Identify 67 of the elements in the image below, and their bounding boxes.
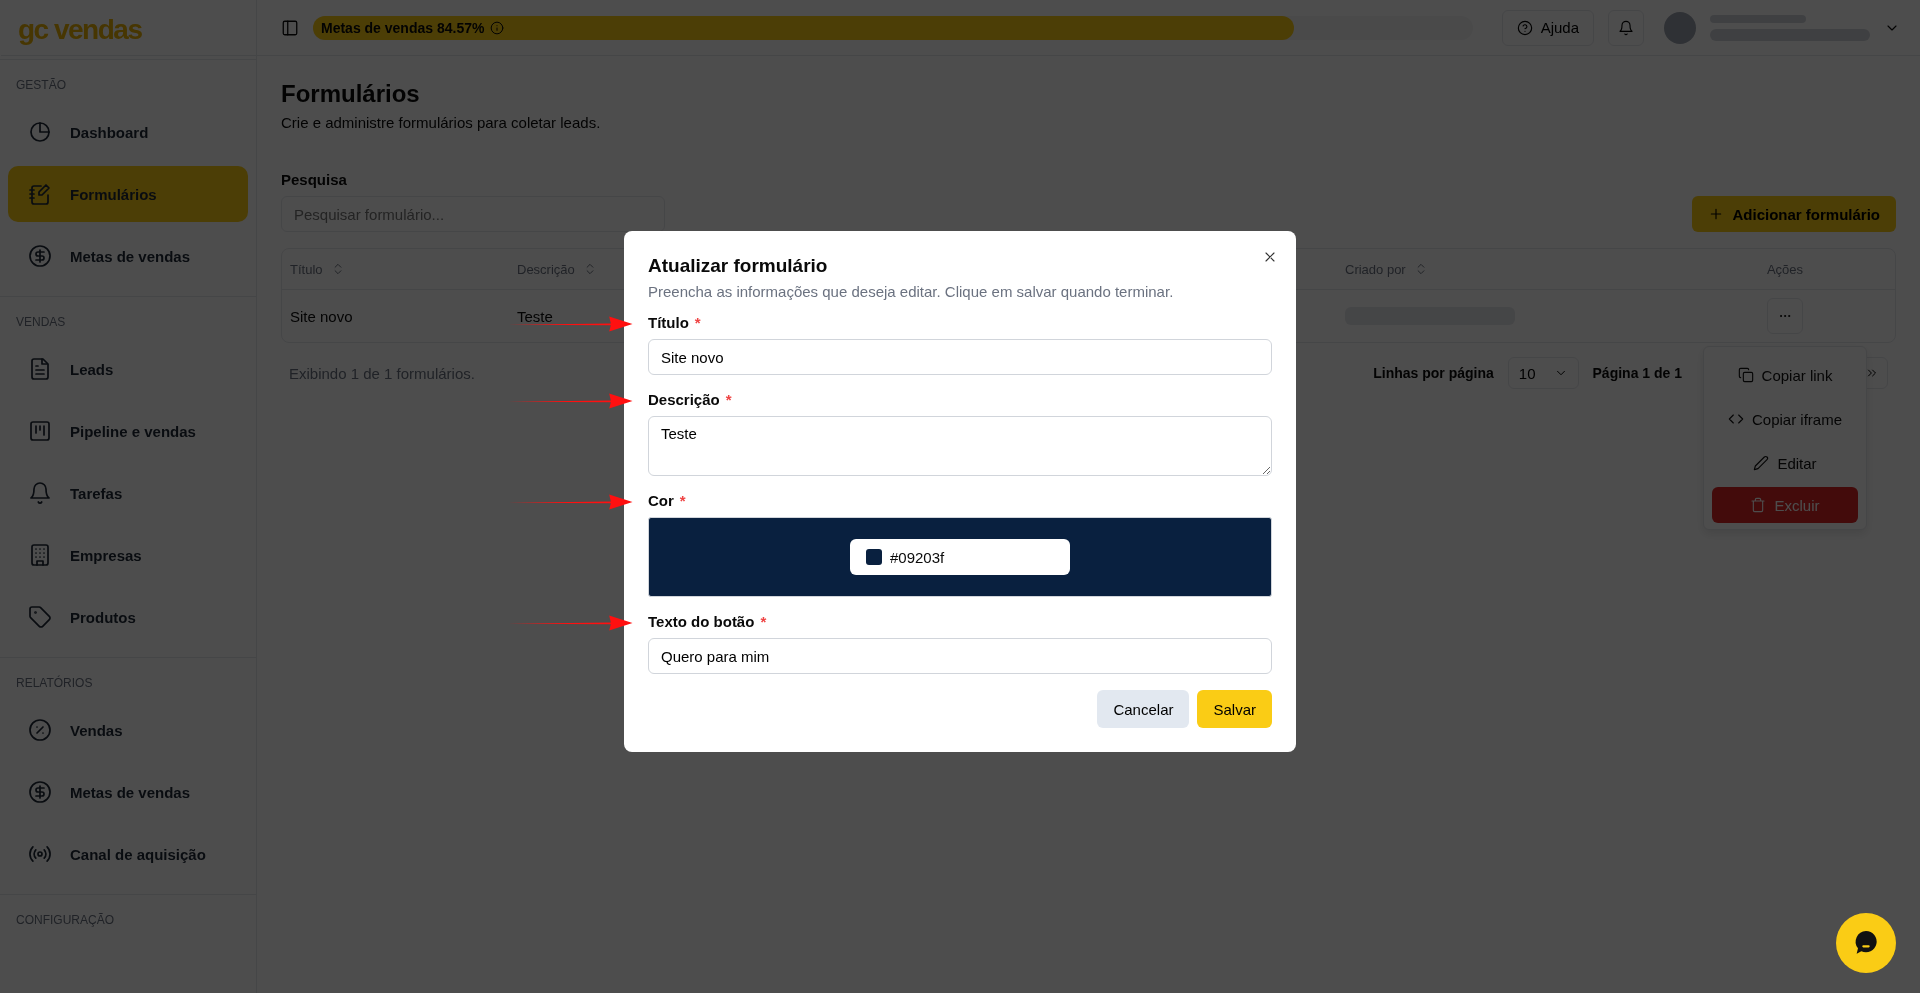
field-label: Título xyxy=(648,314,689,331)
logo: gc vendas xyxy=(18,13,142,46)
sidebar-item[interactable]: Metas de vendas xyxy=(8,228,248,284)
field-label: Descrição xyxy=(648,391,720,408)
text-field[interactable]: Site novo xyxy=(648,339,1272,375)
field-label: Texto do botão xyxy=(648,613,755,630)
kanban-icon xyxy=(28,419,52,443)
file-text-icon xyxy=(28,357,52,381)
trash-icon xyxy=(1750,497,1767,513)
goal-label: Metas de vendas 84.57% xyxy=(321,19,485,36)
copy-icon xyxy=(1737,367,1754,383)
required-mark: * xyxy=(725,391,732,408)
bell-icon xyxy=(1618,19,1634,36)
help-button[interactable]: Ajuda xyxy=(1501,9,1594,46)
add-form-button[interactable]: Adicionar formulário xyxy=(1692,196,1896,232)
row-actions-button[interactable] xyxy=(1767,298,1803,334)
help-icon xyxy=(1516,19,1533,36)
notifications-button[interactable] xyxy=(1608,9,1644,46)
info-icon xyxy=(490,20,505,35)
pie-chart-icon xyxy=(28,120,52,144)
sidebar-item[interactable]: Dashboard xyxy=(8,104,248,160)
sidebar-item[interactable]: Produtos xyxy=(8,589,248,645)
required-mark: * xyxy=(679,492,686,509)
rows-per-page-select[interactable]: 10 xyxy=(1507,357,1579,389)
cancel-button[interactable]: Cancelar xyxy=(1097,690,1190,728)
code-icon xyxy=(1728,411,1744,427)
tag-icon xyxy=(28,605,52,629)
double-chevron-right-icon xyxy=(1865,366,1879,380)
color-preview[interactable]: #09203f xyxy=(648,517,1272,597)
chat-button[interactable] xyxy=(1836,913,1896,973)
sidebar-item[interactable]: Pipeline e vendas xyxy=(8,403,248,459)
field-label: Cor xyxy=(648,492,674,509)
table-cell: Teste xyxy=(517,307,553,325)
page-subtitle: Crie e administre formulários para coletar leads. xyxy=(281,114,602,131)
notebook-pen-icon xyxy=(28,182,52,206)
sidebar-item[interactable]: Empresas xyxy=(8,527,248,583)
rows-per-page-label: Linhas por página xyxy=(1373,365,1494,381)
textarea-field[interactable]: Teste xyxy=(648,416,1272,476)
bell-icon xyxy=(28,481,52,505)
sidebar-item[interactable]: Tarefas xyxy=(8,465,248,521)
required-mark: * xyxy=(760,613,767,630)
color-input[interactable]: #09203f xyxy=(850,539,1070,575)
page-info: Página 1 de 1 xyxy=(1592,365,1682,381)
percent-circle-icon xyxy=(28,718,52,742)
dialog-description: Preencha as informações que deseja editar. Clique em salvar quando terminar. xyxy=(648,283,1175,300)
sidebar-item[interactable]: Formulários xyxy=(8,166,248,222)
menu-item[interactable]: Copiar iframe xyxy=(1712,397,1858,441)
dollar-circle-icon xyxy=(28,244,52,268)
menu-item[interactable]: Editar xyxy=(1712,441,1858,485)
dialog-title: Atualizar formulário xyxy=(648,255,829,277)
sidebar-item[interactable]: Leads xyxy=(8,341,248,397)
sidebar-item[interactable]: Metas de vendas xyxy=(8,764,248,820)
sidebar-toggle-icon[interactable] xyxy=(281,18,299,37)
search-label: Pesquisa xyxy=(281,171,348,188)
sidebar-item[interactable]: Vendas xyxy=(8,702,248,758)
save-button[interactable]: Salvar xyxy=(1197,690,1272,728)
required-mark: * xyxy=(694,314,701,331)
dollar-circle-icon xyxy=(28,780,52,804)
building-icon xyxy=(28,543,52,567)
table-cell: Site novo xyxy=(290,307,353,325)
pencil-icon xyxy=(1753,455,1770,471)
avatar[interactable] xyxy=(1664,11,1696,44)
color-swatch xyxy=(866,549,882,565)
page-title: Formulários xyxy=(281,80,421,108)
text-field[interactable]: Quero para mim xyxy=(648,638,1272,674)
sidebar-item[interactable]: Canal de aquisição xyxy=(8,826,248,882)
menu-item[interactable]: Copiar link xyxy=(1712,353,1858,397)
